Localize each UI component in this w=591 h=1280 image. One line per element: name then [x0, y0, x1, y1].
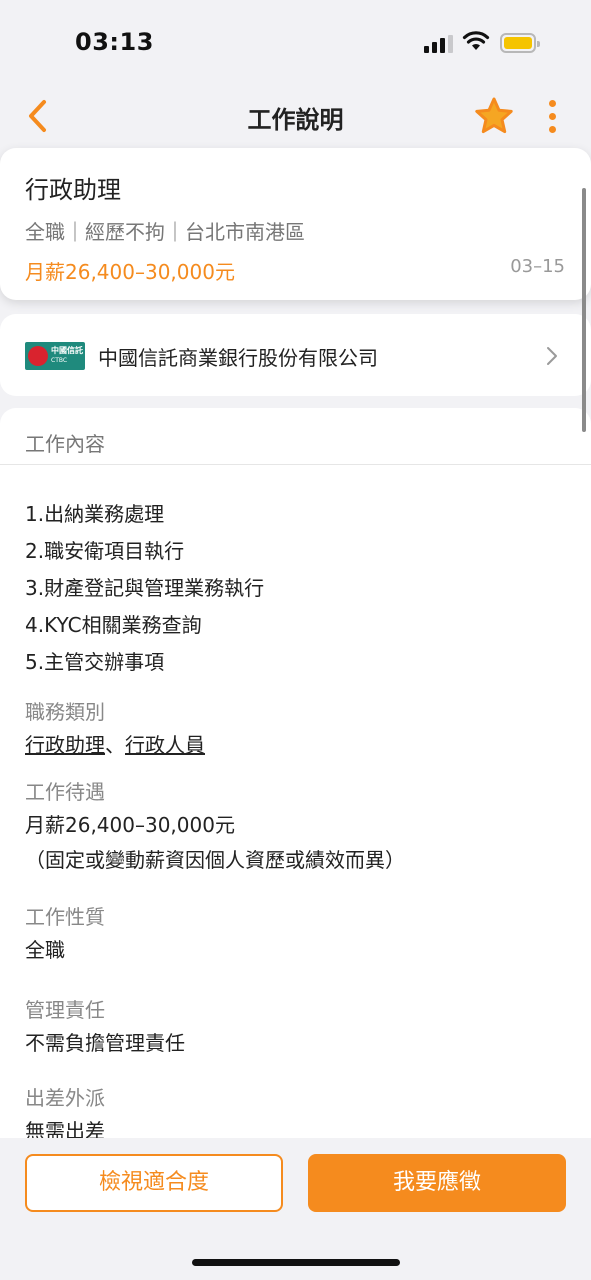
- list-item: 1.出納業務處理: [25, 502, 165, 526]
- divider: [0, 464, 591, 465]
- job-content-card: 工作內容 1.出納業務處理 2.職安衛項目執行 3.財產登記與管理業務執行 4.…: [0, 408, 591, 1148]
- company-card[interactable]: 中國信託 CTBC 中國信託商業銀行股份有限公司: [0, 314, 591, 396]
- job-salary: 月薪26,400–30,000元: [25, 260, 235, 284]
- management-field: 管理責任 不需負擔管理責任: [25, 996, 185, 1061]
- field-value: 不需負擔管理責任: [25, 1031, 185, 1055]
- pay-field: 工作待遇 月薪26,400–30,000元 （固定或變動薪資因個人資歷或績效而異…: [25, 778, 405, 878]
- field-label: 工作性質: [25, 905, 105, 929]
- signal-icon: [424, 35, 454, 53]
- job-title: 行政助理: [25, 176, 121, 204]
- section-title: 工作內容: [25, 432, 105, 456]
- field-label: 職務類別: [25, 700, 105, 724]
- post-date: 03–15: [510, 256, 565, 277]
- list-item: 3.財產登記與管理業務執行: [25, 576, 265, 600]
- bottom-action-bar: 檢視適合度 我要應徵: [0, 1138, 591, 1280]
- list-item: 4.KYC相關業務查詢: [25, 613, 202, 637]
- field-value: 全職: [25, 938, 65, 962]
- status-bar: 03:13: [0, 0, 591, 88]
- list-item: 2.職安衛項目執行: [25, 539, 185, 563]
- separator: 、: [105, 733, 125, 757]
- job-summary-card: 行政助理 全職｜經歷不拘｜台北市南港區 月薪26,400–30,000元 03–…: [0, 148, 591, 300]
- chevron-right-icon: [547, 347, 557, 365]
- wifi-icon: [462, 31, 490, 50]
- battery-icon: [500, 33, 540, 53]
- duty-list: 1.出納業務處理 2.職安衛項目執行 3.財產登記與管理業務執行 4.KYC相關…: [25, 496, 264, 681]
- category-link-admin-staff[interactable]: 行政人員: [125, 733, 205, 757]
- field-value: 行政助理、行政人員: [25, 728, 205, 763]
- company-name: 中國信託商業銀行股份有限公司: [98, 346, 378, 370]
- favorite-star-icon[interactable]: [474, 96, 514, 136]
- job-category-field: 職務類別 行政助理、行政人員: [25, 698, 205, 763]
- field-value: 月薪26,400–30,000元: [25, 813, 235, 837]
- field-value: （固定或變動薪資因個人資歷或績效而異）: [25, 848, 405, 872]
- job-meta: 全職｜經歷不拘｜台北市南港區: [25, 220, 305, 244]
- nav-bar: 工作說明: [0, 88, 591, 146]
- field-label: 工作待遇: [25, 780, 105, 804]
- field-label: 管理責任: [25, 998, 105, 1022]
- apply-button[interactable]: 我要應徵: [308, 1154, 566, 1212]
- field-label: 出差外派: [25, 1086, 105, 1110]
- job-nature-field: 工作性質 全職: [25, 903, 105, 968]
- status-time: 03:13: [75, 28, 154, 56]
- category-link-admin-assistant[interactable]: 行政助理: [25, 733, 105, 757]
- company-logo: 中國信託 CTBC: [25, 342, 85, 370]
- scrollbar[interactable]: [582, 188, 586, 432]
- home-indicator[interactable]: [192, 1259, 400, 1266]
- check-fit-button[interactable]: 檢視適合度: [25, 1154, 283, 1212]
- list-item: 5.主管交辦事項: [25, 650, 165, 674]
- more-options-icon[interactable]: [540, 96, 566, 138]
